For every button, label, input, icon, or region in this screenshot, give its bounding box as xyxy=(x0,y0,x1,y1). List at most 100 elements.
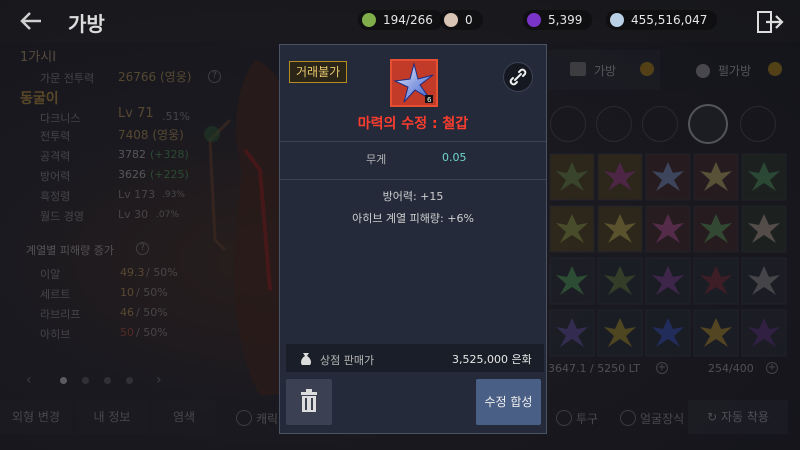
auto-equip-button[interactable]: ↻ 자동 착용 xyxy=(688,400,788,434)
money-bag-icon xyxy=(301,353,311,365)
page-prev-icon[interactable]: ‹ xyxy=(26,372,32,388)
tab-pearl-bag[interactable]: 펄가방 xyxy=(664,50,800,90)
crystal-category-icon[interactable] xyxy=(688,104,728,144)
page-dot[interactable] xyxy=(60,377,67,384)
family-power-value: 26766 (영웅) xyxy=(118,70,192,84)
stat-value: 3626 xyxy=(118,168,146,181)
pearl-icon xyxy=(444,13,458,27)
inventory-grid[interactable] xyxy=(548,152,800,390)
page-dot[interactable] xyxy=(126,377,133,384)
item-name: 마력의 수정 : 철갑 xyxy=(357,116,469,132)
show-character-label: 캐릭 xyxy=(256,412,279,426)
stat-label: 흑정령 xyxy=(40,190,71,203)
faction-title: 계열별 피해량 증가 xyxy=(26,244,114,257)
back-button[interactable] xyxy=(14,6,48,36)
stat-bonus: (+328) xyxy=(150,148,189,161)
auto-equip-label: 자동 착용 xyxy=(720,410,769,424)
silver-resource: 455,516,047 xyxy=(606,10,718,30)
sell-price-value: 3,525,000 은화 xyxy=(452,353,532,366)
stat-value: 7408 (영웅) xyxy=(118,128,184,142)
link-icon xyxy=(509,68,527,86)
checkbox-icon[interactable] xyxy=(620,410,636,426)
stat-value: Lv 173 xyxy=(118,188,156,201)
character-level: Lv 71 xyxy=(118,106,154,121)
stat-value: Lv 30 xyxy=(118,208,149,221)
armor-category-icon[interactable] xyxy=(596,106,632,142)
faction-value: 10 xyxy=(120,286,134,299)
divider xyxy=(280,179,546,180)
page-title: 가방 xyxy=(68,12,105,36)
power-grade-icon xyxy=(204,126,220,142)
alert-badge xyxy=(768,62,782,76)
alert-badge xyxy=(640,62,654,76)
tab-bag[interactable]: 가방 xyxy=(548,50,660,90)
accessory-category-icon[interactable] xyxy=(642,106,678,142)
faction-label: 라브리프 xyxy=(40,308,81,321)
potion-category-icon[interactable] xyxy=(740,106,776,142)
sell-price-label: 상점 판매가 xyxy=(320,354,375,367)
faction-label: 세르트 xyxy=(40,288,71,301)
help-icon[interactable]: ? xyxy=(208,70,221,83)
faction-max: / 50% xyxy=(136,286,168,299)
tab-bag-label: 가방 xyxy=(594,64,617,78)
faction-max: / 50% xyxy=(146,266,178,279)
faction-max: / 50% xyxy=(136,326,168,339)
weight-icon xyxy=(362,13,376,27)
faction-label: 아히브 xyxy=(40,328,71,341)
checkbox-icon[interactable] xyxy=(556,410,572,426)
page-dot[interactable] xyxy=(82,377,89,384)
character-info-panel: 1가시I 가문 전투력 26766 (영웅) ? 동굴이 다크니스 Lv 71 … xyxy=(20,46,260,396)
character-level-pct: .51% xyxy=(162,110,190,123)
dye-button[interactable]: 염색 xyxy=(152,400,216,434)
back-arrow-icon xyxy=(20,12,41,30)
weight-value: 0.05 xyxy=(442,151,467,164)
stat-label: 공격력 xyxy=(40,150,71,163)
item-tooltip: 거래불가 6 마력의 수정: 철갑 무게 0.05 방어력: +15 아히브 … xyxy=(279,44,547,434)
gem-resource: 5,399 xyxy=(523,10,593,30)
add-slots-icon[interactable]: + xyxy=(766,362,778,374)
show-helmet-label: 투구 xyxy=(576,412,599,426)
stat-defense: 방어력: +15 xyxy=(382,190,444,203)
stat-label: 방어력 xyxy=(40,170,71,183)
family-power-label: 가문 전투력 xyxy=(40,72,95,85)
my-info-button[interactable]: 내 정보 xyxy=(76,400,148,434)
stat-extra: .93% xyxy=(162,190,185,200)
faction-label: 이알 xyxy=(40,268,61,281)
link-button[interactable] xyxy=(503,62,533,92)
faction-value: 50 xyxy=(120,326,134,339)
stat-label: 월드 경영 xyxy=(40,210,84,223)
pearl-resource: 0 xyxy=(440,10,483,30)
faction-max: / 50% xyxy=(136,306,168,319)
page-dot[interactable] xyxy=(104,377,111,384)
trash-icon xyxy=(301,389,317,412)
svg-text:6: 6 xyxy=(427,96,432,104)
delete-button[interactable] xyxy=(286,379,332,425)
stat-label: 전투력 xyxy=(40,130,71,143)
divider xyxy=(280,141,546,142)
help-icon[interactable]: ? xyxy=(136,242,149,255)
checkbox-icon[interactable] xyxy=(236,410,252,426)
crystal-synthesis-button[interactable]: 수정 합성 xyxy=(476,379,541,425)
stat-extra: .07% xyxy=(156,210,179,220)
weight-resource: 194/266 xyxy=(358,10,443,30)
show-face-label: 얼굴장식 xyxy=(640,412,685,426)
appearance-button[interactable]: 외형 변경 xyxy=(0,400,72,434)
gem-value: 5,399 xyxy=(548,13,583,27)
trade-restricted-badge: 거래불가 xyxy=(289,61,348,83)
pearl-value: 0 xyxy=(465,13,473,27)
family-name: 1가시I xyxy=(20,50,57,65)
pearl-bag-icon xyxy=(696,64,710,78)
inventory-panel: 가방 펄가방 3647.1 / 5250 LT + 254/400 + 투구 얼… xyxy=(548,44,800,444)
tab-pearl-label: 펄가방 xyxy=(718,64,752,78)
stat-bonus: (+225) xyxy=(150,168,189,181)
exit-button[interactable] xyxy=(756,10,784,34)
weapon-category-icon[interactable] xyxy=(550,106,586,142)
stat-faction-damage: 아히브 계열 피해량: +6% xyxy=(352,212,474,225)
crystal-icon: 6 xyxy=(393,62,434,104)
bag-icon xyxy=(570,62,586,76)
weight-label: 무게 xyxy=(366,153,387,166)
add-weight-icon[interactable]: + xyxy=(656,362,668,374)
character-name: 동굴이 xyxy=(20,91,59,107)
faction-value: 46 xyxy=(120,306,134,319)
page-next-icon[interactable]: › xyxy=(156,372,162,388)
